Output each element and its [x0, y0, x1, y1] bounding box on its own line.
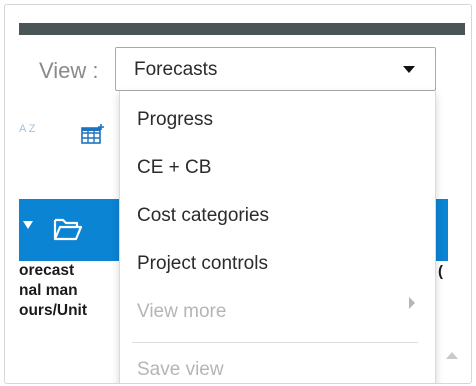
screenshot-frame: View : Forecasts A Z orecast nal man our… [4, 4, 472, 384]
view-select-value: Forecasts [134, 59, 218, 80]
menu-item-save-view: Save view [137, 359, 224, 380]
menu-item-view-more: View more [137, 301, 227, 322]
view-dropdown-menu: Progress CE + CB Cost categories Project… [119, 91, 436, 383]
menu-item-project-controls[interactable]: Project controls [137, 253, 268, 275]
menu-divider [132, 342, 418, 343]
menu-item-cost-categories[interactable]: Cost categories [137, 205, 269, 227]
column-header-text: orecast nal man ours/Unit [19, 262, 88, 319]
folder-open-icon[interactable] [53, 216, 83, 247]
column-header-bar-right [436, 199, 448, 261]
sort-az-icon[interactable]: A Z [19, 123, 36, 135]
menu-item-progress[interactable]: Progress [137, 109, 213, 131]
column-header-bar [19, 199, 120, 261]
scroll-up-icon[interactable] [446, 352, 458, 359]
view-label: View : [39, 58, 99, 83]
chevron-down-icon [403, 66, 415, 73]
top-bar [19, 23, 465, 35]
chevron-down-icon[interactable] [23, 221, 33, 229]
add-column-grid-icon[interactable] [81, 123, 107, 150]
view-select[interactable]: Forecasts [115, 47, 436, 91]
chevron-right-icon [409, 297, 415, 309]
menu-item-ce-cb[interactable]: CE + CB [137, 157, 211, 179]
column-header-fragment: ( [438, 263, 443, 280]
